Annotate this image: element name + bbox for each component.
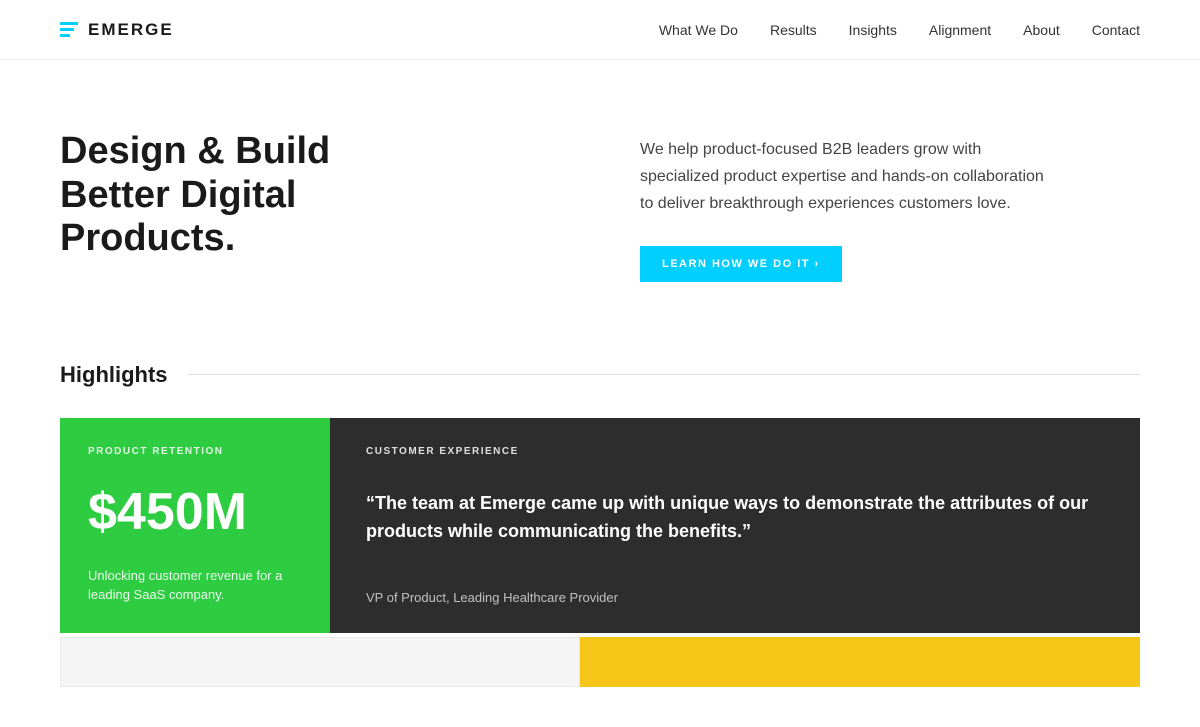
nav-item-contact[interactable]: Contact xyxy=(1092,22,1140,38)
highlights-title: Highlights xyxy=(60,362,168,388)
nav-item-alignment[interactable]: Alignment xyxy=(929,22,991,38)
main-nav: What We Do Results Insights Alignment Ab… xyxy=(659,22,1140,38)
card-attribution: VP of Product, Leading Healthcare Provid… xyxy=(366,590,1104,605)
card-yellow-partial xyxy=(580,637,1140,687)
nav-item-what-we-do[interactable]: What We Do xyxy=(659,22,738,38)
nav-item-about[interactable]: About xyxy=(1023,22,1060,38)
card-category-experience: CUSTOMER EXPERIENCE xyxy=(366,446,1104,457)
hero-description: We help product-focused B2B leaders grow… xyxy=(640,136,1060,218)
highlights-header: Highlights xyxy=(60,362,1140,388)
card-category-retention: PRODUCT RETENTION xyxy=(88,446,302,457)
hero-cta-button[interactable]: LEARN HOW WE DO IT › xyxy=(640,246,842,282)
card-description-retention: Unlocking customer revenue for a leading… xyxy=(88,566,302,605)
logo-icon xyxy=(60,22,78,37)
hero-right: We help product-focused B2B leaders grow… xyxy=(640,130,1140,282)
card-product-retention: PRODUCT RETENTION $450M Unlocking custom… xyxy=(60,418,330,633)
hero-title: Design & Build Better Digital Products. xyxy=(60,130,440,261)
highlights-section: Highlights PRODUCT RETENTION $450M Unloc… xyxy=(0,362,1200,727)
highlights-divider xyxy=(188,374,1140,375)
card-stat: $450M xyxy=(88,486,302,538)
nav-item-insights[interactable]: Insights xyxy=(849,22,897,38)
logo-text: EMERGE xyxy=(88,20,174,40)
card-quote: “The team at Emerge came up with unique … xyxy=(366,477,1104,560)
site-header: EMERGE What We Do Results Insights Align… xyxy=(0,0,1200,60)
hero-left: Design & Build Better Digital Products. xyxy=(60,130,560,261)
nav-item-results[interactable]: Results xyxy=(770,22,817,38)
logo[interactable]: EMERGE xyxy=(60,20,174,40)
card-light-partial xyxy=(60,637,580,687)
highlights-cards-row: PRODUCT RETENTION $450M Unlocking custom… xyxy=(60,418,1140,633)
hero-section: Design & Build Better Digital Products. … xyxy=(0,60,1200,362)
highlights-cards-row-bottom xyxy=(60,637,1140,687)
card-customer-experience: CUSTOMER EXPERIENCE “The team at Emerge … xyxy=(330,418,1140,633)
